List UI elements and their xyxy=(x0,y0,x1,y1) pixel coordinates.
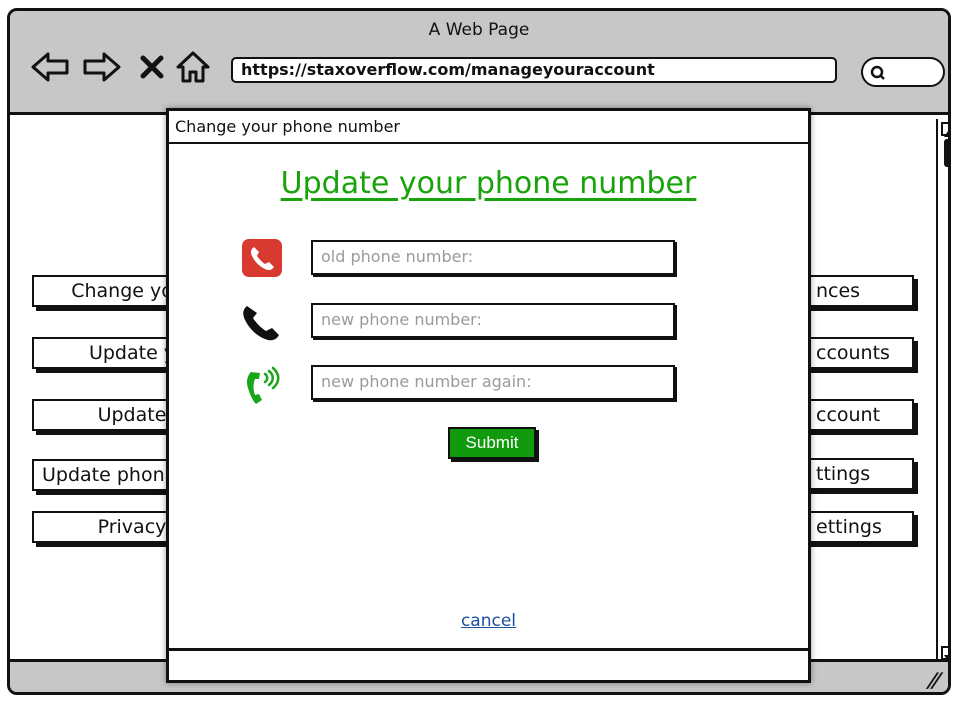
new-phone-input[interactable]: new phone number: xyxy=(311,303,675,338)
submit-button[interactable]: Submit xyxy=(448,427,536,459)
forward-icon[interactable] xyxy=(80,47,124,87)
home-icon[interactable] xyxy=(173,47,213,87)
scroll-up-icon[interactable] xyxy=(941,122,948,137)
old-phone-input[interactable]: old phone number: xyxy=(311,240,675,275)
dialog-title: Change your phone number xyxy=(169,111,808,144)
scroll-down-icon[interactable] xyxy=(941,646,948,661)
browser-chrome: A Web Page https://staxoverflow.com/mana… xyxy=(10,11,948,115)
scrollbar-thumb[interactable] xyxy=(944,139,948,167)
cancel-link[interactable]: cancel xyxy=(169,611,808,631)
search-icon xyxy=(870,65,885,80)
change-phone-dialog: Change your phone number Update your pho… xyxy=(166,108,811,683)
stop-icon[interactable] xyxy=(136,47,168,87)
phone-red-icon xyxy=(241,238,283,282)
back-icon[interactable] xyxy=(28,47,72,87)
dialog-heading: Update your phone number xyxy=(280,166,697,201)
dialog-footer-divider xyxy=(169,648,808,651)
phone-ringing-icon xyxy=(241,364,283,410)
resize-grip-icon[interactable]: // xyxy=(925,668,942,692)
phone-icon xyxy=(241,302,283,346)
confirm-phone-input[interactable]: new phone number again: xyxy=(311,365,675,400)
vertical-scrollbar[interactable] xyxy=(936,119,948,663)
address-bar[interactable]: https://staxoverflow.com/manageyouraccou… xyxy=(231,57,837,83)
search-box[interactable] xyxy=(861,57,945,87)
window-title: A Web Page xyxy=(428,20,530,40)
